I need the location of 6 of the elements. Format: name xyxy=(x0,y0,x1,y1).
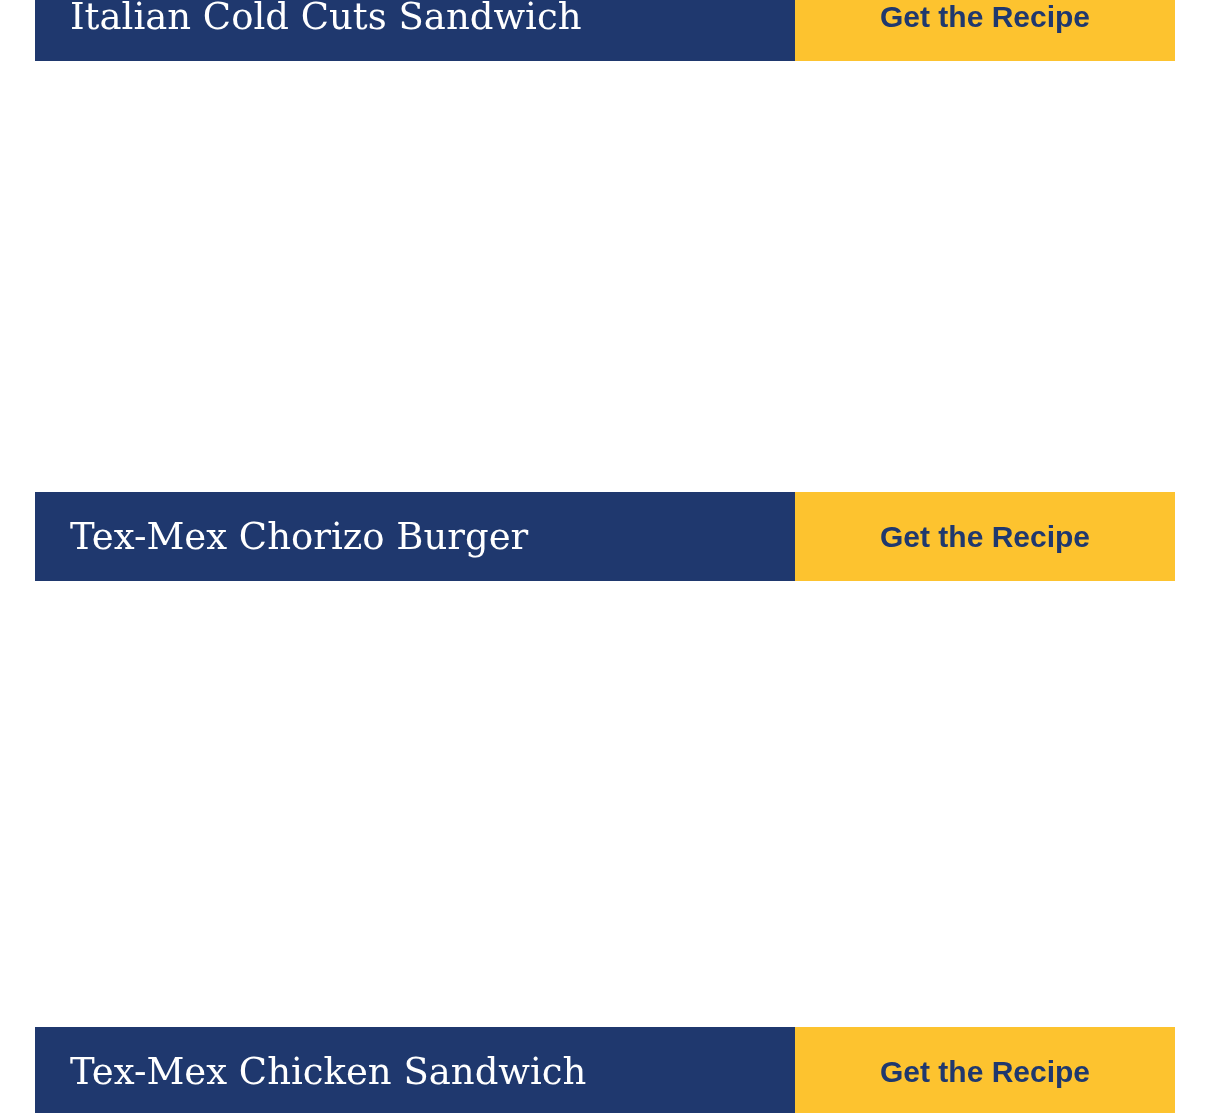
recipe-title: Tex-Mex Chorizo Burger xyxy=(35,492,795,581)
recipe-title: Italian Cold Cuts Sandwich xyxy=(35,0,795,61)
get-recipe-button[interactable]: Get the Recipe xyxy=(795,0,1175,61)
recipe-title: Tex-Mex Chicken Sandwich xyxy=(35,1027,795,1113)
get-recipe-button[interactable]: Get the Recipe xyxy=(795,1027,1175,1113)
get-recipe-button[interactable]: Get the Recipe xyxy=(795,492,1175,581)
